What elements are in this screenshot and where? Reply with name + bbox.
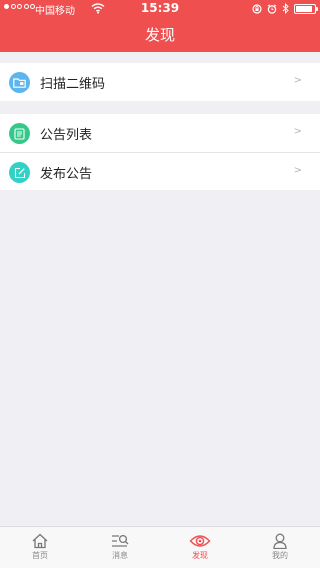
chevron-right-icon: > (293, 165, 302, 176)
tab-home[interactable]: 首页 (0, 527, 80, 568)
tab-messages[interactable]: 消息 (80, 527, 160, 568)
list-item-scan-qr[interactable]: 扫描二维码 > (0, 63, 320, 101)
status-bar: 中国移动 15:39 (0, 0, 320, 18)
eye-icon (189, 535, 211, 547)
tab-label: 首页 (32, 551, 48, 560)
discover-screen: 中国移动 15:39 发现 扫描二维码 > 公告列表 > 发布公告 > 首页 消… (0, 0, 320, 568)
header: 中国移动 15:39 发现 (0, 0, 320, 52)
tab-profile[interactable]: 我的 (240, 527, 320, 568)
notice-list-icon (9, 123, 30, 144)
status-indicators (252, 3, 318, 14)
list-item-label: 扫描二维码 (40, 77, 106, 92)
list-item-label: 发布公告 (40, 167, 93, 182)
person-icon (273, 533, 287, 549)
tab-label: 我的 (272, 551, 288, 560)
edit-icon (9, 162, 30, 183)
tab-label: 消息 (112, 551, 128, 560)
tab-bar: 首页 消息 发现 我的 (0, 526, 320, 568)
scan-group: 扫描二维码 > (0, 63, 320, 101)
scan-folder-icon (9, 72, 30, 93)
tab-label: 发现 (192, 551, 208, 560)
list-item-notice-list[interactable]: 公告列表 > (0, 114, 320, 152)
message-search-icon (112, 534, 129, 547)
tab-discover[interactable]: 发现 (160, 527, 240, 568)
notice-group: 公告列表 > 发布公告 > (0, 114, 320, 190)
bluetooth-icon (282, 3, 289, 14)
chevron-right-icon: > (293, 126, 302, 137)
list-item-publish-notice[interactable]: 发布公告 > (0, 152, 320, 190)
home-icon (32, 533, 48, 549)
list-item-label: 公告列表 (40, 128, 93, 143)
page-title: 发现 (144, 26, 175, 44)
battery-icon (294, 3, 318, 14)
rotation-lock-icon (252, 3, 262, 14)
alarm-icon (267, 3, 277, 14)
chevron-right-icon: > (293, 75, 302, 86)
